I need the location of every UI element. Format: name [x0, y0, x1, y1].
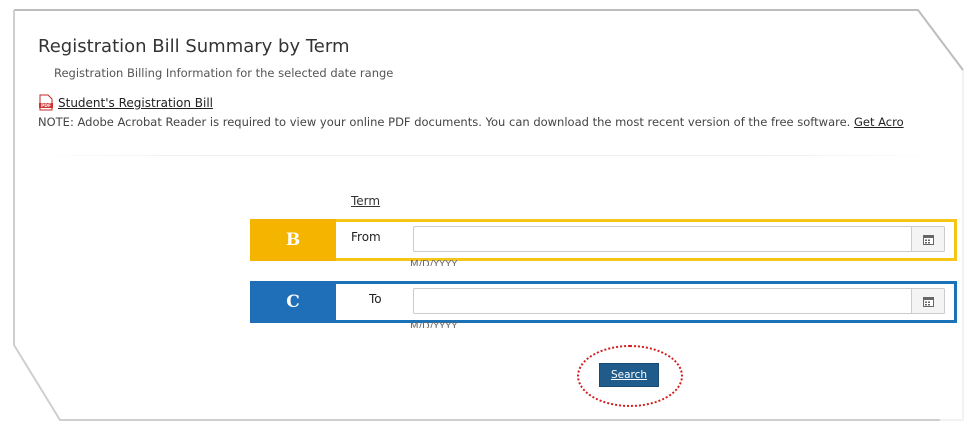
to-date-input[interactable] [418, 290, 912, 314]
page-title: Registration Bill Summary by Term [38, 36, 350, 57]
registration-bill-link-label: Student's Registration Bill [58, 95, 214, 110]
calendar-icon [922, 296, 934, 307]
to-calendar-button[interactable] [911, 288, 945, 314]
section-divider [30, 155, 940, 156]
badge-b: B [250, 219, 336, 261]
acrobat-note-text: NOTE: Adobe Acrobat Reader is required t… [38, 115, 854, 129]
term-label: Term [351, 194, 380, 208]
pdf-icon: PDF [38, 94, 54, 111]
term-label-text: Term [351, 194, 381, 208]
from-calendar-button[interactable] [911, 226, 945, 252]
badge-c: C [250, 281, 336, 323]
to-date-row: C To [250, 281, 957, 323]
svg-text:PDF: PDF [41, 103, 51, 109]
to-date-field[interactable] [413, 288, 945, 314]
from-date-hint: M/D/YYYY [410, 259, 458, 266]
calendar-icon [922, 234, 934, 245]
to-date-hint: M/D/YYYY [410, 321, 458, 328]
search-button[interactable]: Search [599, 363, 659, 387]
from-date-field[interactable] [413, 226, 945, 252]
torn-frame [0, 0, 973, 428]
from-date-row: B From [250, 219, 957, 261]
from-label: From [351, 230, 381, 244]
from-date-input[interactable] [418, 228, 912, 252]
get-acrobat-link[interactable]: Get Acro [854, 115, 904, 129]
registration-bill-link[interactable]: PDF Student's Registration Bill [38, 94, 213, 111]
to-label: To [369, 292, 382, 306]
acrobat-note: NOTE: Adobe Acrobat Reader is required t… [38, 115, 963, 129]
page-subtitle: Registration Billing Information for the… [54, 66, 394, 80]
